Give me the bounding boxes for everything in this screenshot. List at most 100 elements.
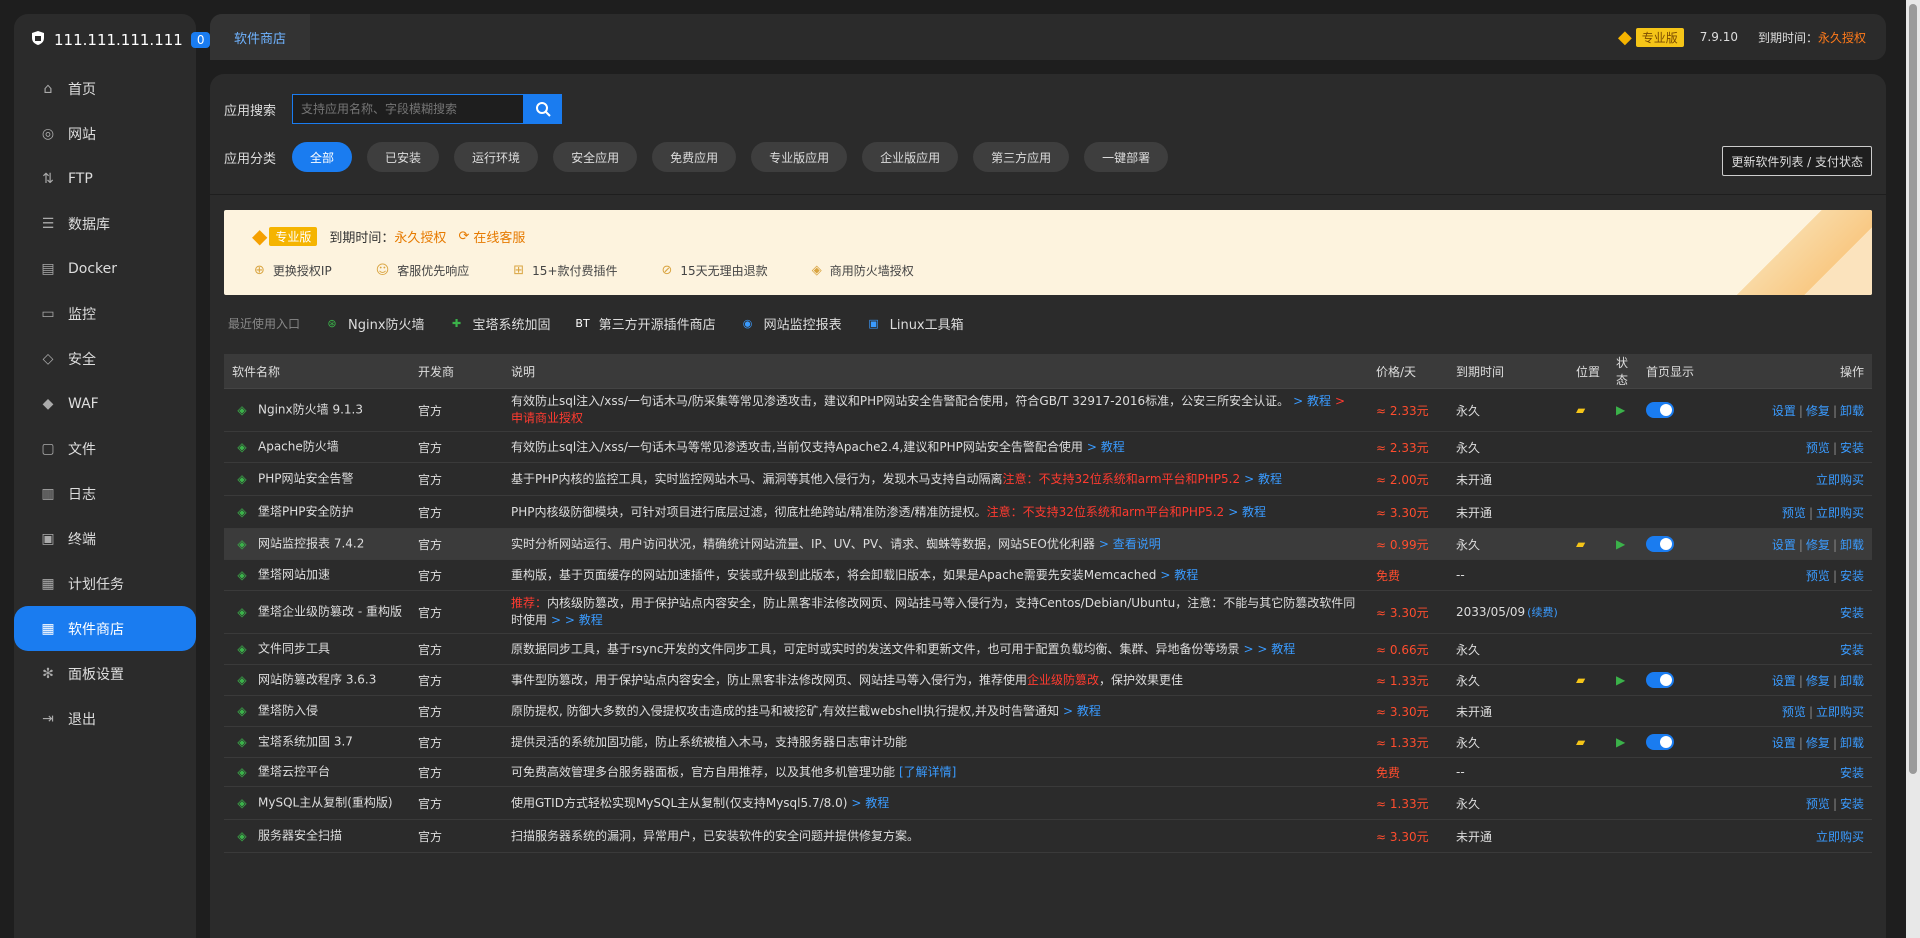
home-display-toggle[interactable] <box>1646 402 1674 418</box>
notification-badge[interactable]: 0 <box>190 32 211 48</box>
tutorial-link[interactable]: > 教程 <box>1063 704 1101 718</box>
op-button[interactable]: 设置 <box>1772 674 1796 688</box>
search-button[interactable] <box>524 94 563 124</box>
table-row[interactable]: ◈ 堡塔网站加速 官方 重构版，基于页面缓存的网站加速插件，安装或升级到此版本，将会卸… <box>224 559 1872 591</box>
op-button[interactable]: 预览 <box>1806 441 1830 455</box>
sidebar-item-9[interactable]: ▥ 日志 <box>14 471 196 516</box>
tutorial-link[interactable]: > 教程 <box>1244 472 1282 486</box>
plugin-name[interactable]: 宝塔系统加固 3.7 <box>258 735 353 749</box>
op-button[interactable]: 立即购买 <box>1816 473 1864 487</box>
op-button[interactable]: 卸载 <box>1840 538 1864 552</box>
tutorial-link[interactable]: > > 教程 <box>551 613 603 627</box>
op-button[interactable]: 预览 <box>1782 705 1806 719</box>
op-button[interactable]: 设置 <box>1772 538 1796 552</box>
table-row[interactable]: ◈ PHP网站安全告警 官方 基于PHP内核的监控工具，实时监控网站木马、漏洞等其他入… <box>224 462 1872 496</box>
host-ip[interactable]: 111.111.111.111 <box>54 31 183 49</box>
tutorial-link[interactable]: > 教程 <box>851 796 889 810</box>
table-row[interactable]: ◈ Apache防火墙 官方 有效防止sql注入/xss/一句话木马等常见渗透攻击,当… <box>224 431 1872 463</box>
sidebar-item-2[interactable]: ⇅ FTP <box>14 156 196 201</box>
op-button[interactable]: 安装 <box>1840 606 1864 620</box>
table-row[interactable]: ◈ 宝塔系统加固 3.7 官方 提供灵活的系统加固功能，防止系统被植入木马，支持服务器… <box>224 726 1872 758</box>
recent-item-0[interactable]: ⊛ Nginx防火墙 <box>324 314 424 333</box>
op-button[interactable]: 预览 <box>1806 797 1830 811</box>
plugin-name[interactable]: 服务器安全扫描 <box>258 829 342 843</box>
folder-icon[interactable]: ▰ <box>1576 673 1585 687</box>
category-7[interactable]: 第三方应用 <box>973 142 1070 172</box>
tutorial-link[interactable]: > 教程 <box>1087 440 1125 454</box>
folder-icon[interactable]: ▰ <box>1576 735 1585 749</box>
sidebar-item-8[interactable]: ▢ 文件 <box>14 426 196 471</box>
tab-software-store[interactable]: 软件商店 <box>210 14 311 60</box>
tutorial-link[interactable]: > > 教程 <box>1243 642 1295 656</box>
expire-value[interactable]: 永久授权 <box>1818 31 1866 45</box>
tutorial-link[interactable]: > 教程 <box>1293 394 1331 408</box>
sidebar-item-5[interactable]: ▭ 监控 <box>14 291 196 336</box>
refresh-list-button[interactable]: 更新软件列表 / 支付状态 <box>1722 146 1872 176</box>
table-row[interactable]: ◈ 网站防篡改程序 3.6.3 官方 事件型防篡改，用于保护站点内容安全，防止黑客非法… <box>224 664 1872 696</box>
sidebar-item-4[interactable]: ▤ Docker <box>14 246 196 291</box>
category-2[interactable]: 运行环境 <box>454 142 539 172</box>
play-icon[interactable]: ▶ <box>1616 403 1625 417</box>
plugin-name[interactable]: 堡塔网站加速 <box>258 568 330 582</box>
recent-item-2[interactable]: BT 第三方开源插件商店 <box>575 314 715 333</box>
op-button[interactable]: 安装 <box>1840 766 1864 780</box>
op-button[interactable]: 修复 <box>1806 404 1830 418</box>
op-button[interactable]: 修复 <box>1806 736 1830 750</box>
op-button[interactable]: 安装 <box>1840 441 1864 455</box>
plugin-name[interactable]: 网站防篡改程序 3.6.3 <box>258 673 376 687</box>
table-row[interactable]: ◈ Nginx防火墙 9.1.3 官方 有效防止sql注入/xss/一句话木马/防采集… <box>224 388 1872 432</box>
plugin-name[interactable]: Nginx防火墙 9.1.3 <box>258 403 363 417</box>
plugin-name[interactable]: 堡塔PHP安全防护 <box>258 505 354 519</box>
sidebar-item-10[interactable]: ▣ 终端 <box>14 516 196 561</box>
op-button[interactable]: 卸载 <box>1840 736 1864 750</box>
folder-icon[interactable]: ▰ <box>1576 403 1585 417</box>
sidebar-item-3[interactable]: ☰ 数据库 <box>14 201 196 246</box>
sidebar-item-12[interactable]: ▦ 软件商店 <box>14 606 196 651</box>
home-display-toggle[interactable] <box>1646 672 1674 688</box>
op-button[interactable]: 安装 <box>1840 643 1864 657</box>
sidebar-item-0[interactable]: ⌂ 首页 <box>14 66 196 111</box>
op-button[interactable]: 卸载 <box>1840 404 1864 418</box>
op-button[interactable]: 修复 <box>1806 674 1830 688</box>
page-scrollbar[interactable] <box>1906 0 1920 938</box>
search-input[interactable] <box>292 94 525 124</box>
plugin-name[interactable]: 网站监控报表 7.4.2 <box>258 537 364 551</box>
recent-item-1[interactable]: ✚ 宝塔系统加固 <box>449 314 551 333</box>
plugin-name[interactable]: 文件同步工具 <box>258 642 330 656</box>
op-button[interactable]: 立即购买 <box>1816 830 1864 844</box>
category-5[interactable]: 专业版应用 <box>751 142 848 172</box>
play-icon[interactable]: ▶ <box>1616 673 1625 687</box>
play-icon[interactable]: ▶ <box>1616 735 1625 749</box>
tutorial-link[interactable]: > 教程 <box>1228 505 1266 519</box>
table-row[interactable]: ◈ 服务器安全扫描 官方 扫描服务器系统的漏洞，异常用户，已安装软件的安全问题并提供修… <box>224 819 1872 853</box>
table-row[interactable]: ◈ 堡塔企业级防篡改 - 重构版 官方 推荐：内核级防篡改，用于保护站点内容安全，防止… <box>224 590 1872 634</box>
table-row[interactable]: ◈ 堡塔PHP安全防护 官方 PHP内核级防御模块，可针对项目进行底层过滤，彻底杜绝跨… <box>224 495 1872 529</box>
pro-edition-badge[interactable]: ◆ 专业版 <box>1618 27 1684 48</box>
table-row[interactable]: ◈ MySQL主从复制(重构版) 官方 使用GTID方式轻松实现MySQL主从复制(仅… <box>224 786 1872 820</box>
renew-link[interactable]: (续费) <box>1527 606 1558 619</box>
category-4[interactable]: 免费应用 <box>652 142 737 172</box>
op-button[interactable]: 安装 <box>1840 797 1864 811</box>
plugin-name[interactable]: Apache防火墙 <box>258 440 339 454</box>
plugin-name[interactable]: 堡塔云控平台 <box>258 765 330 779</box>
op-button[interactable]: 立即购买 <box>1816 506 1864 520</box>
folder-icon[interactable]: ▰ <box>1576 537 1585 551</box>
table-row[interactable]: ◈ 堡塔防入侵 官方 原防提权, 防御大多数的入侵提权攻击造成的挂马和被挖矿,有效拦截… <box>224 695 1872 727</box>
op-button[interactable]: 修复 <box>1806 538 1830 552</box>
sidebar-item-7[interactable]: ◆ WAF <box>14 381 196 426</box>
category-6[interactable]: 企业版应用 <box>862 142 959 172</box>
version[interactable]: 7.9.10 <box>1700 30 1738 44</box>
sidebar-item-13[interactable]: ✻ 面板设置 <box>14 651 196 696</box>
plugin-name[interactable]: 堡塔防入侵 <box>258 704 318 718</box>
op-button[interactable]: 设置 <box>1772 736 1796 750</box>
op-button[interactable]: 立即购买 <box>1816 705 1864 719</box>
sidebar-item-6[interactable]: ◇ 安全 <box>14 336 196 381</box>
recent-item-3[interactable]: ◉ 网站监控报表 <box>740 314 842 333</box>
play-icon[interactable]: ▶ <box>1616 537 1625 551</box>
sidebar-item-11[interactable]: ▦ 计划任务 <box>14 561 196 606</box>
table-row[interactable]: ◈ 堡塔云控平台 官方 可免费高效管理多台服务器面板，官方自用推荐，以及其他多机管理功… <box>224 757 1872 787</box>
sidebar-item-1[interactable]: ◎ 网站 <box>14 111 196 156</box>
home-display-toggle[interactable] <box>1646 536 1674 552</box>
op-button[interactable]: 预览 <box>1782 506 1806 520</box>
sidebar-item-14[interactable]: ⇥ 退出 <box>14 696 196 741</box>
